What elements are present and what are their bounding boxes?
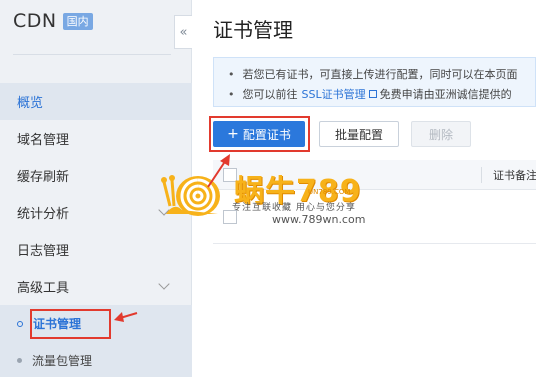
main-content: 证书管理 • 若您已有证书，可直接上传进行配置，同时可以在本页面 • 您可以前往… bbox=[192, 0, 536, 377]
page-title: 证书管理 bbox=[213, 18, 293, 42]
sidebar: CDN 国内 概览 域名管理 缓存刷新 统计分析 日志管理 高级工具 证书管理 bbox=[0, 0, 192, 377]
brand-title: CDN bbox=[13, 10, 57, 32]
column-header-remark: 证书备注 bbox=[493, 169, 536, 182]
bullet-icon: • bbox=[228, 67, 235, 81]
active-dot-icon bbox=[17, 320, 23, 327]
sidebar-subitem-label: 流量包管理 bbox=[32, 354, 93, 368]
sidebar-item-label: 高级工具 bbox=[17, 281, 70, 296]
column-divider bbox=[481, 167, 482, 183]
select-all-checkbox[interactable] bbox=[223, 168, 237, 182]
sidebar-item-cache-refresh[interactable]: 缓存刷新 bbox=[0, 157, 192, 194]
sidebar-item-label: 域名管理 bbox=[17, 133, 70, 148]
notice-text: 免费申请由亚洲诚信提供的 bbox=[379, 88, 512, 101]
sidebar-item-label: 缓存刷新 bbox=[17, 170, 70, 185]
table-row-divider bbox=[213, 243, 536, 244]
divider bbox=[13, 54, 171, 55]
sidebar-item-label: 概览 bbox=[17, 96, 44, 111]
button-label: 删除 bbox=[428, 127, 453, 142]
dot-icon bbox=[17, 358, 22, 363]
table-header: 证书备注 bbox=[213, 160, 536, 190]
notice-line-1: • 若您已有证书，可直接上传进行配置，同时可以在本页面 bbox=[214, 65, 518, 83]
button-label: 批量配置 bbox=[334, 127, 383, 142]
sidebar-item-label: 统计分析 bbox=[17, 207, 70, 222]
sidebar-subitem-traffic-packages[interactable]: 流量包管理 bbox=[0, 342, 192, 377]
external-link-icon bbox=[368, 90, 377, 98]
sidebar-item-logs[interactable]: 日志管理 bbox=[0, 231, 192, 268]
chevron-down-icon bbox=[158, 204, 170, 216]
row-checkbox[interactable] bbox=[223, 210, 237, 224]
double-chevron-left-icon: « bbox=[179, 24, 188, 40]
notice-text: 若您已有证书，可直接上传进行配置，同时可以在本页面 bbox=[242, 68, 518, 81]
notice-line-2: • 您可以前往 SSL证书管理 免费申请由亚洲诚信提供的 bbox=[214, 85, 512, 103]
batch-configure-button[interactable]: 批量配置 bbox=[319, 121, 399, 147]
annotation-highlight-box bbox=[30, 309, 111, 339]
info-notice: • 若您已有证书，可直接上传进行配置，同时可以在本页面 • 您可以前往 SSL证… bbox=[213, 57, 536, 107]
delete-button[interactable]: 删除 bbox=[411, 121, 471, 147]
brand: CDN 国内 bbox=[13, 10, 93, 32]
bullet-icon: • bbox=[228, 87, 235, 101]
sidebar-subitem-certificates[interactable]: 证书管理 bbox=[0, 305, 192, 342]
region-badge: 国内 bbox=[62, 12, 93, 30]
sidebar-item-label: 日志管理 bbox=[17, 244, 70, 259]
sidebar-item-advanced-tools[interactable]: 高级工具 bbox=[0, 268, 192, 305]
notice-text: 您可以前往 bbox=[242, 88, 298, 101]
advanced-tools-submenu: 证书管理 流量包管理 bbox=[0, 305, 192, 377]
sidebar-item-domains[interactable]: 域名管理 bbox=[0, 120, 192, 157]
annotation-highlight-box bbox=[209, 116, 310, 152]
sidebar-item-overview[interactable]: 概览 bbox=[0, 83, 192, 120]
chevron-down-icon bbox=[158, 278, 170, 290]
sidebar-item-statistics[interactable]: 统计分析 bbox=[0, 194, 192, 231]
ssl-cert-link[interactable]: SSL证书管理 bbox=[302, 86, 366, 102]
collapse-sidebar-button[interactable]: « bbox=[174, 15, 192, 49]
sidebar-nav: 概览 域名管理 缓存刷新 统计分析 日志管理 高级工具 证书管理 流量包管理 bbox=[0, 83, 192, 377]
